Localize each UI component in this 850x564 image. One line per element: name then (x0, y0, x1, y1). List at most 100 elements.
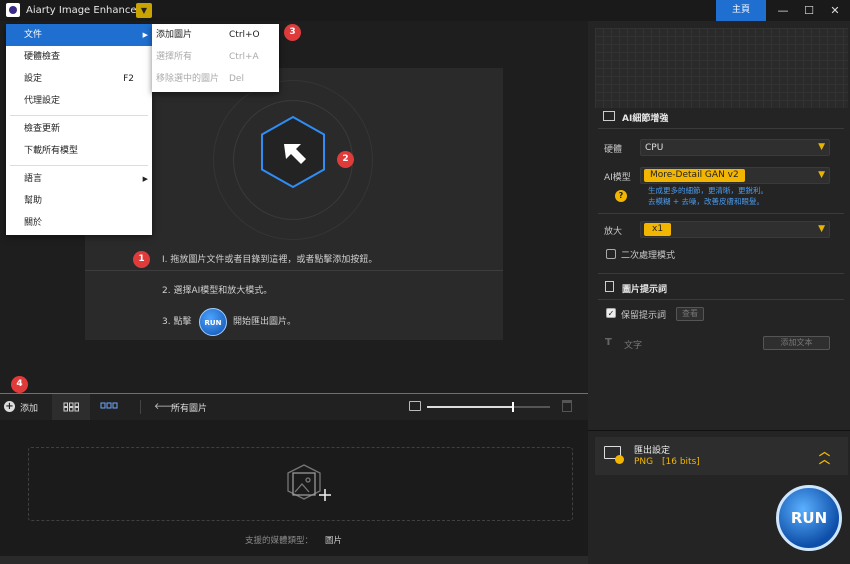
menu-item-label: 檢查更新 (24, 124, 61, 134)
prompt-section-title: 圖片提示詞 (622, 285, 668, 295)
menu-item-settings[interactable]: 設定 F2 (6, 68, 152, 90)
ai-enhance-icon (603, 111, 615, 121)
zoom-slider-fill (427, 406, 514, 408)
menu-item-label: 語言 (24, 174, 43, 184)
menu-item-language[interactable]: 語言 ▶ (6, 168, 152, 190)
step-3-suffix: 開始匯出圖片。 (233, 317, 297, 327)
submenu-item-remove-selected[interactable]: 移除選中的圖片 Del (152, 68, 279, 90)
menu-item-about[interactable]: 關於 (6, 212, 152, 234)
export-format: PNG (634, 457, 654, 467)
add-media-icon[interactable] (280, 461, 332, 508)
hardware-value: CPU (645, 143, 664, 153)
callout-badge-4: 4 (11, 376, 28, 393)
app-title: Aiarty Image Enhancer (26, 5, 141, 16)
preview-thumbnail (595, 28, 848, 108)
app-dropdown-menu: 文件 ▶ 硬體檢查 設定 F2 代理設定 檢查更新 下載所有模型 語言 ▶ 幫助… (6, 24, 152, 235)
view-prompt-button[interactable]: 查看 (676, 307, 704, 321)
menu-separator (10, 115, 148, 116)
step-2-text: 2. 選擇AI模型和放大模式。 (162, 286, 273, 296)
chevron-down-icon: ▼ (818, 142, 825, 152)
keep-prompt-checkbox[interactable]: ✓ (606, 308, 616, 318)
minimize-button[interactable]: — (770, 0, 796, 21)
chevron-down-icon: ▼ (818, 224, 825, 234)
submenu-arrow-icon: ▶ (142, 175, 148, 183)
run-button[interactable]: RUN (776, 485, 842, 551)
menu-item-shortcut: F2 (123, 74, 134, 84)
add-text-button[interactable]: 添加文本 (763, 336, 830, 350)
file-submenu: 添加圖片 Ctrl+O 選擇所有 Ctrl+A 移除選中的圖片 Del (152, 24, 279, 92)
app-window: Aiarty Image Enhancer ▼ 主頁 — ☐ ✕ I. 拖放圖片… (0, 0, 850, 564)
submenu-item-select-all[interactable]: 選擇所有 Ctrl+A (152, 46, 279, 68)
submenu-item-shortcut: Del (229, 74, 244, 84)
submenu-item-add-image[interactable]: 添加圖片 Ctrl+O (152, 24, 279, 46)
scale-value: x1 (644, 223, 672, 236)
menu-item-label: 幫助 (24, 196, 43, 206)
second-pass-label: 二次處理模式 (621, 251, 676, 261)
chevron-down-icon: ▼ (818, 170, 825, 180)
ai-model-desc-line2: 去模糊 + 去噪，改善皮膚和眼髮。 (648, 197, 765, 206)
menu-item-label: 設定 (24, 74, 43, 84)
export-title: 匯出設定 (634, 446, 671, 456)
ai-model-value: More-Detail GAN v2 (644, 169, 745, 182)
menu-separator (10, 165, 148, 166)
add-image-hex-button[interactable] (255, 114, 331, 190)
menu-item-help[interactable]: 幫助 (6, 190, 152, 212)
supported-media-value: 圖片 (325, 536, 343, 546)
list-view-tab[interactable] (90, 394, 128, 420)
app-logo-icon (6, 3, 20, 17)
menu-item-hardware-check[interactable]: 硬體檢查 (6, 46, 152, 68)
text-tool-icon: T (605, 337, 612, 348)
ai-model-desc-line1: 生成更多的細節，更清晰，更銳利。 (648, 186, 768, 195)
horizontal-scrollbar[interactable] (0, 556, 588, 564)
section-divider (598, 213, 844, 214)
zoom-slider-thumb[interactable] (512, 402, 515, 412)
hardware-select[interactable]: CPU ▼ (640, 139, 830, 156)
ai-section-title: AI細節增強 (622, 114, 669, 124)
menu-item-download-models[interactable]: 下載所有模型 (6, 140, 152, 162)
step-1-text: I. 拖放圖片文件或者目錄到這裡，或者點擊添加按鈕。 (162, 255, 378, 265)
export-gear-icon (615, 455, 624, 464)
menu-item-label: 下載所有模型 (24, 146, 79, 156)
app-menu-chevron-icon[interactable]: ▼ (136, 3, 152, 18)
section-divider (598, 128, 844, 129)
submenu-item-label: 選擇所有 (156, 52, 193, 62)
zoom-slider-track[interactable] (427, 402, 550, 412)
add-plus-icon[interactable]: + (4, 401, 15, 412)
scale-select[interactable]: x1 ▼ (640, 221, 830, 238)
submenu-item-shortcut: Ctrl+O (229, 30, 260, 40)
grid-view-icon (63, 402, 79, 412)
keep-prompt-label: 保留提示詞 (621, 311, 667, 321)
strip-view-icon (100, 402, 118, 409)
step-3-prefix: 3. 點擊 (162, 317, 192, 327)
section-divider (598, 299, 844, 300)
export-bits: [16 bits] (662, 457, 700, 467)
home-button[interactable]: 主頁 (716, 0, 766, 21)
thumbnail-size-icon (409, 401, 421, 411)
maximize-button[interactable]: ☐ (796, 0, 822, 21)
toolbar-divider (140, 400, 141, 414)
collapse-chevron-icon[interactable]: ︿ ︿ (819, 446, 830, 465)
menu-item-check-update[interactable]: 檢查更新 (6, 118, 152, 140)
text-label: 文字 (624, 341, 643, 351)
menu-item-file[interactable]: 文件 ▶ (6, 24, 152, 46)
ai-model-select[interactable]: More-Detail GAN v2 ▼ (640, 167, 830, 184)
all-images-label[interactable]: 所有圖片 (171, 401, 207, 414)
panel-divider (588, 430, 850, 431)
grid-view-tab[interactable] (52, 394, 90, 420)
callout-badge-3: 3 (284, 24, 301, 41)
document-icon (605, 281, 614, 292)
export-settings-bar[interactable] (595, 437, 848, 475)
help-icon[interactable]: ? (615, 190, 627, 202)
supported-media-label: 支援的媒體類型： (245, 536, 314, 546)
trash-icon[interactable] (562, 400, 572, 412)
callout-badge-2: 2 (337, 151, 354, 168)
add-button[interactable]: 添加 (20, 401, 38, 414)
close-button[interactable]: ✕ (822, 0, 848, 21)
second-pass-checkbox[interactable] (606, 249, 616, 259)
menu-item-label: 文件 (24, 30, 43, 40)
menu-item-label: 硬體檢查 (24, 52, 61, 62)
callout-badge-1: 1 (133, 251, 150, 268)
submenu-item-label: 添加圖片 (156, 30, 193, 40)
scale-label: 放大 (604, 227, 623, 237)
menu-item-proxy[interactable]: 代理設定 (6, 90, 152, 112)
